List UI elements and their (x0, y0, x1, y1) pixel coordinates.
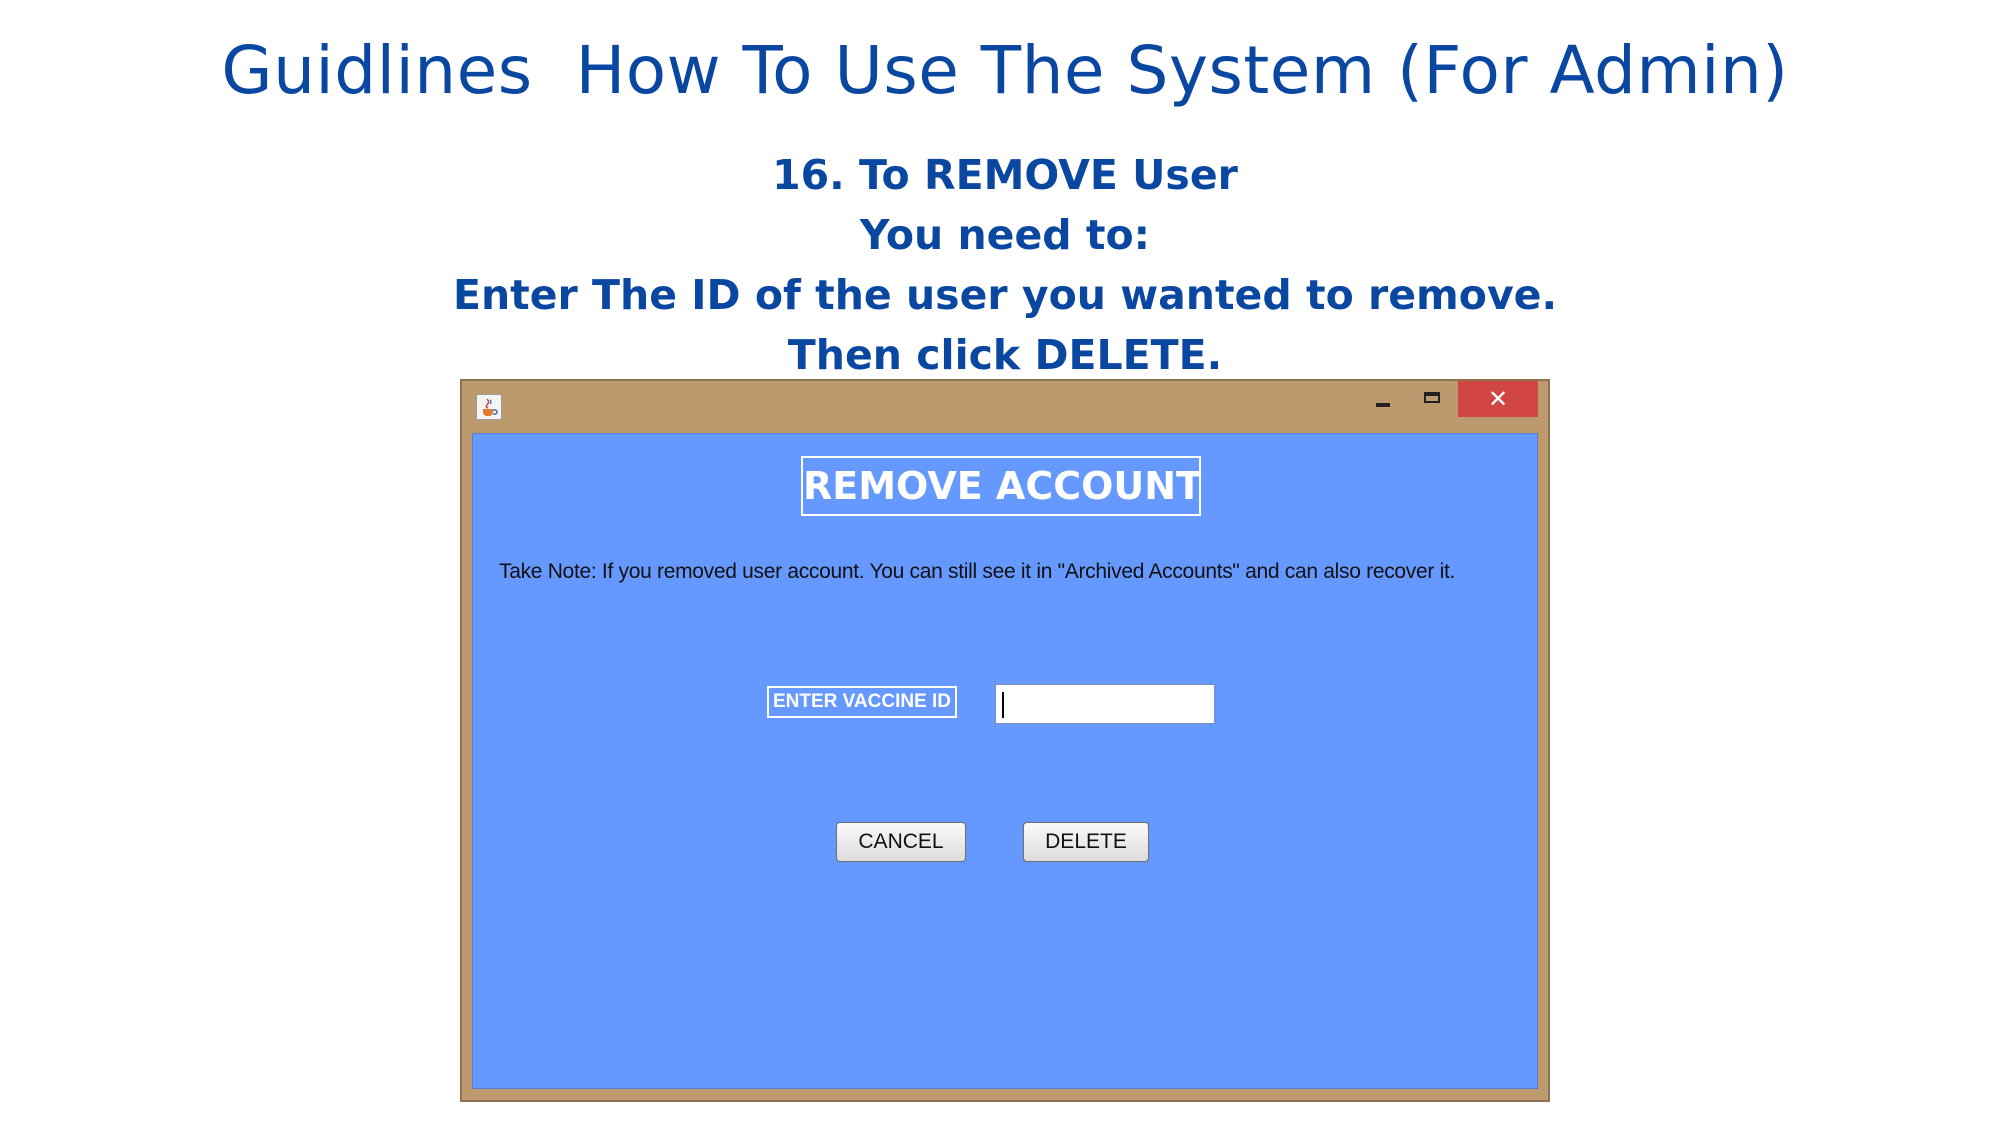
close-icon: ✕ (1487, 385, 1509, 413)
form-title: REMOVE ACCOUNT (801, 456, 1201, 516)
instructions: 16. To REMOVE User You need to: Enter Th… (0, 145, 2000, 385)
slide-title: Guidlines How To Use The System (For Adm… (221, 32, 1789, 109)
maximize-button[interactable] (1408, 381, 1458, 417)
remove-account-window: ✕ REMOVE ACCOUNT Take Note: If you remov… (460, 379, 1550, 1102)
maximize-icon (1424, 392, 1440, 403)
java-cup-icon (476, 394, 502, 420)
instruction-line: Then click DELETE. (787, 331, 1223, 379)
slide: Guidlines How To Use The System (For Adm… (0, 0, 2000, 1125)
minimize-icon (1376, 403, 1390, 407)
delete-button[interactable]: DELETE (1023, 822, 1149, 862)
vaccine-id-label: ENTER VACCINE ID (767, 686, 957, 718)
instruction-line: 16. To REMOVE User (772, 151, 1238, 199)
window-controls: ✕ (1358, 381, 1538, 417)
minimize-button[interactable] (1358, 381, 1408, 417)
cancel-button[interactable]: CANCEL (836, 822, 966, 862)
title-bar[interactable]: ✕ (462, 381, 1548, 433)
close-button[interactable]: ✕ (1458, 381, 1538, 417)
text-caret (1002, 692, 1004, 718)
instruction-line: Enter The ID of the user you wanted to r… (452, 271, 1558, 319)
form-panel: REMOVE ACCOUNT Take Note: If you removed… (472, 433, 1538, 1089)
instruction-line: You need to: (859, 211, 1151, 259)
vaccine-id-input[interactable] (995, 684, 1215, 724)
note-text: Take Note: If you removed user account. … (499, 560, 1456, 583)
